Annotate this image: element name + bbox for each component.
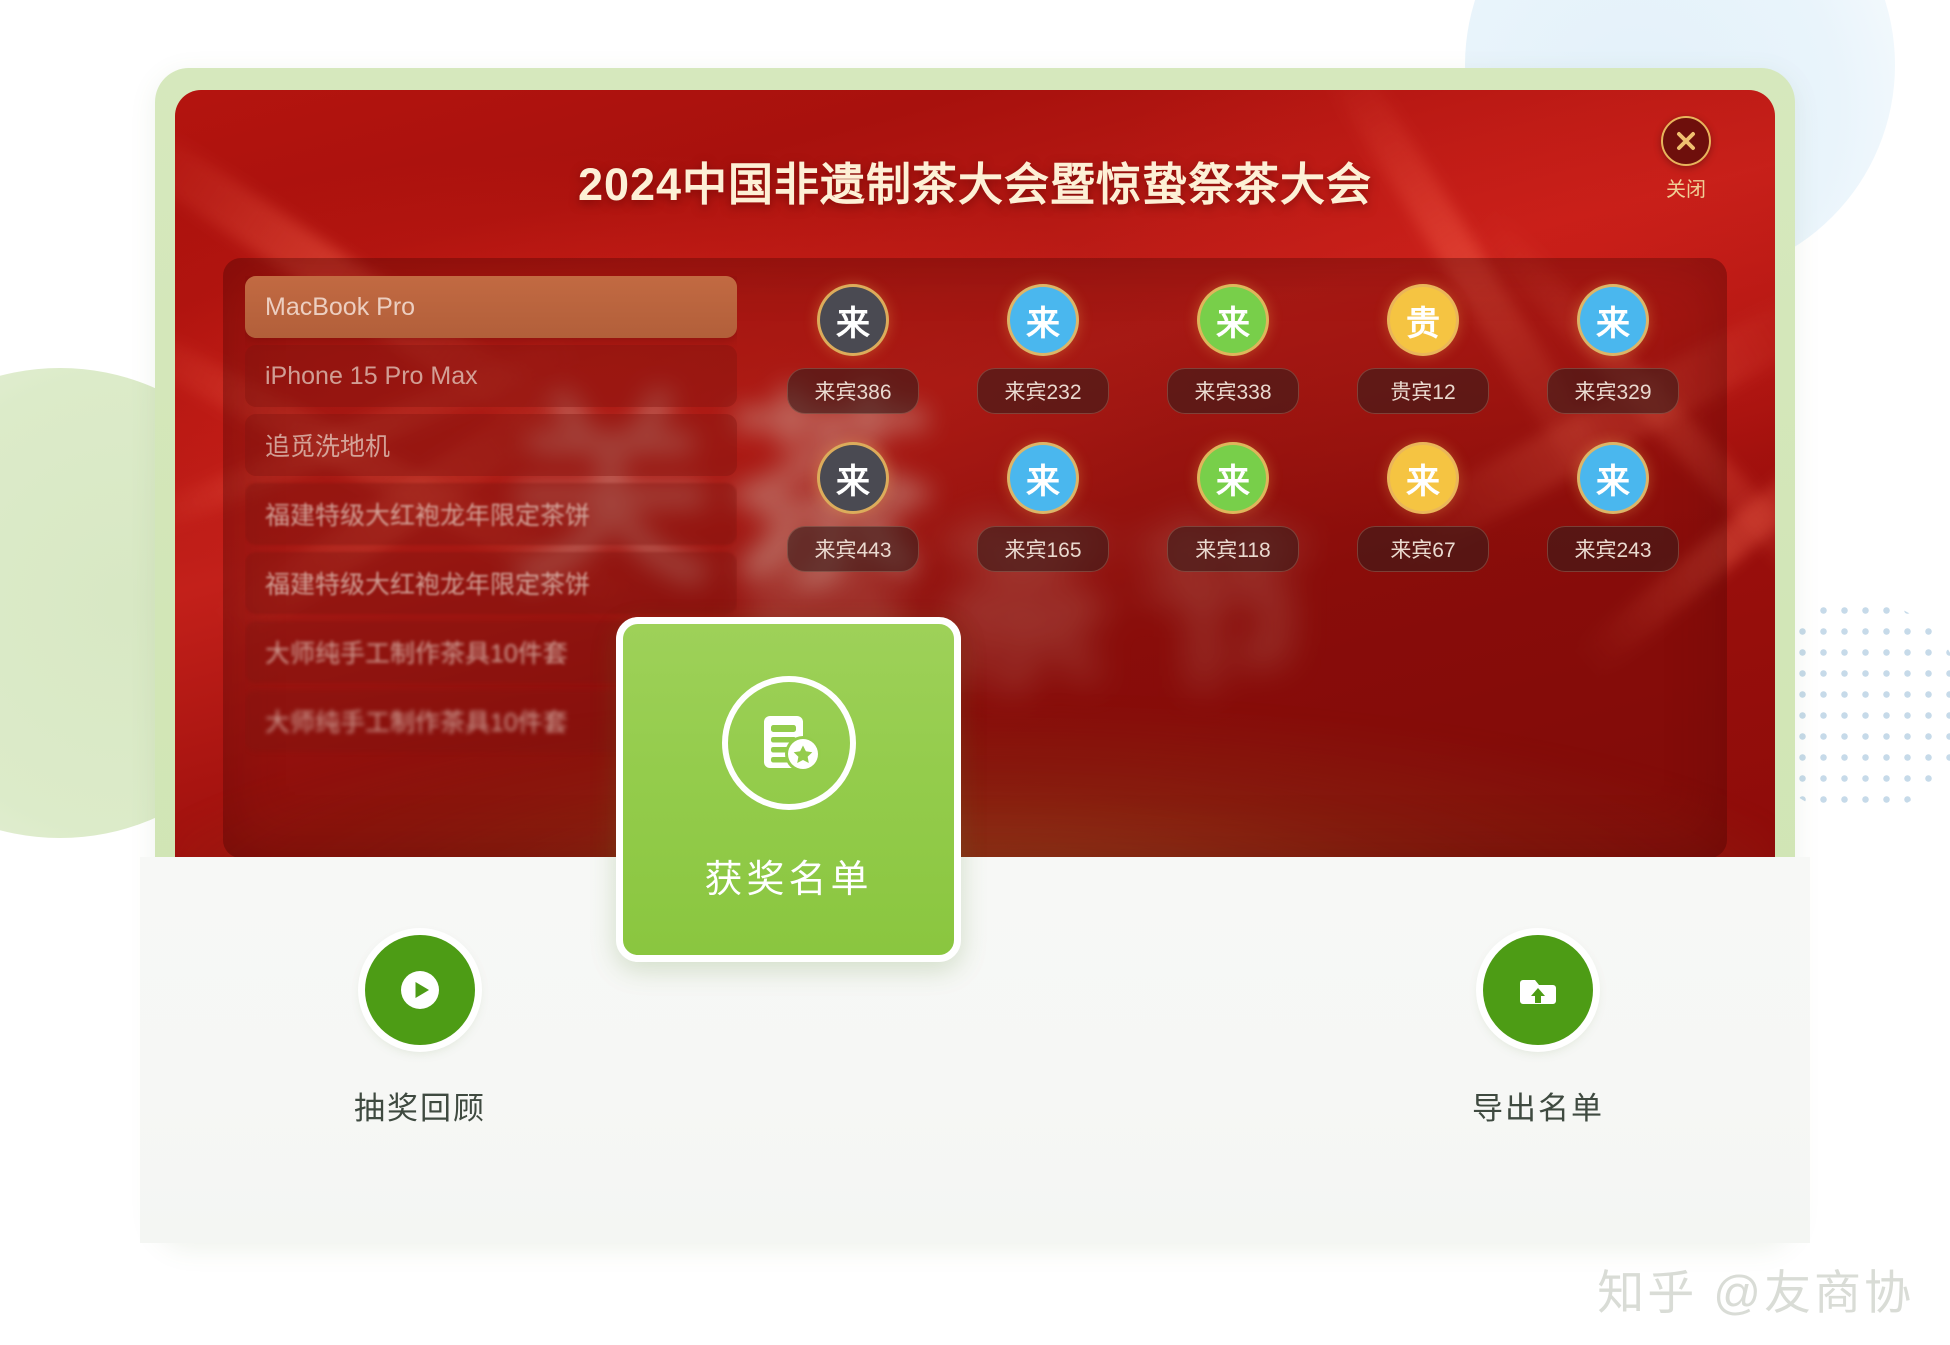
guest-avatar: 来 [817, 442, 889, 514]
lottery-stage: 关茶 祭茶节 2024中国非遗制茶大会暨惊蛰祭茶大会 关闭 MacBook Pr… [175, 90, 1775, 857]
guest-avatar: 来 [1007, 284, 1079, 356]
prize-list-item[interactable]: 福建特级大红袍龙年限定茶饼 [245, 483, 737, 545]
guest-name-label: 来宾118 [1167, 526, 1299, 572]
bottom-toolbar: 抽奖回顾 获奖名单 导出名单 [140, 617, 1810, 1243]
close-icon-circle [1661, 116, 1711, 166]
guest-badge-grid: 来来宾386 来来宾232 来来宾338 贵贵宾12 来来宾329 来来宾443 来来宾16… [763, 284, 1703, 572]
guest-avatar: 来 [1577, 442, 1649, 514]
guest-name-label: 来宾165 [977, 526, 1109, 572]
guest-badge[interactable]: 来来宾386 [763, 284, 943, 414]
winners-list-label: 获奖名单 [704, 859, 873, 901]
prize-list-item[interactable]: 追觅洗地机 [245, 414, 737, 476]
prize-item-label: 大师纯手工制作茶具10件套 [265, 640, 568, 668]
guest-name-label: 来宾67 [1357, 526, 1489, 572]
winners-list-button[interactable]: 获奖名单 [616, 617, 961, 962]
guest-avatar: 贵 [1387, 284, 1459, 356]
guest-name-label: 来宾243 [1547, 526, 1679, 572]
close-button[interactable]: 关闭 [1643, 116, 1729, 202]
guest-avatar: 来 [1577, 284, 1649, 356]
prize-list-item[interactable]: 福建特级大红袍龙年限定茶饼 [245, 552, 737, 614]
guest-avatar: 来 [1197, 284, 1269, 356]
replay-button[interactable]: 抽奖回顾 [280, 935, 560, 1128]
guest-name-label: 贵宾12 [1357, 368, 1489, 414]
replay-icon-circle [365, 935, 475, 1045]
guest-avatar: 来 [1007, 442, 1079, 514]
guest-name-label: 来宾232 [977, 368, 1109, 414]
page-title: 2024中国非遗制茶大会暨惊蛰祭茶大会 [577, 159, 1373, 210]
prize-list-item[interactable]: MacBook Pro [245, 276, 737, 338]
prize-item-label: iPhone 15 Pro Max [265, 361, 478, 390]
zhihu-watermark: 知乎 @友商协 [1597, 1266, 1914, 1319]
guest-badge[interactable]: 来来宾338 [1143, 284, 1323, 414]
close-x-icon [1677, 132, 1695, 150]
prize-item-label: 大师纯手工制作茶具10件套 [265, 709, 568, 737]
close-button-label: 关闭 [1666, 179, 1706, 201]
prize-item-label: MacBook Pro [265, 292, 416, 321]
guest-avatar: 来 [817, 284, 889, 356]
guest-badge[interactable]: 来来宾232 [953, 284, 1133, 414]
export-button[interactable]: 导出名单 [1398, 935, 1678, 1128]
guest-name-label: 来宾329 [1547, 368, 1679, 414]
prize-item-label: 福建特级大红袍龙年限定茶饼 [265, 571, 591, 599]
guest-badge[interactable]: 来来宾67 [1333, 442, 1513, 572]
guest-avatar: 来 [1197, 442, 1269, 514]
award-icon-ring [721, 676, 856, 810]
guest-badge[interactable]: 来来宾443 [763, 442, 943, 572]
prize-item-label: 福建特级大红袍龙年限定茶饼 [265, 502, 591, 530]
folder-upload-icon [1520, 980, 1556, 1004]
export-button-label: 导出名单 [1472, 1091, 1604, 1126]
guest-badge[interactable]: 来来宾118 [1143, 442, 1323, 572]
play-circle-icon [401, 971, 439, 1009]
guest-badge[interactable]: 贵贵宾12 [1333, 284, 1513, 414]
guest-avatar: 来 [1387, 442, 1459, 514]
export-icon-circle [1483, 935, 1593, 1045]
guest-badge[interactable]: 来来宾165 [953, 442, 1133, 572]
prize-list-item[interactable]: iPhone 15 Pro Max [245, 345, 737, 407]
guest-badge[interactable]: 来来宾243 [1523, 442, 1703, 572]
prize-item-label: 追觅洗地机 [265, 433, 391, 461]
guest-name-label: 来宾386 [787, 368, 919, 414]
replay-button-label: 抽奖回顾 [354, 1091, 486, 1126]
guest-badge[interactable]: 来来宾329 [1523, 284, 1703, 414]
lottery-inner-panel: MacBook Pro iPhone 15 Pro Max 追觅洗地机福建特级大红袍… [223, 258, 1727, 857]
guest-name-label: 来宾338 [1167, 368, 1299, 414]
guest-name-label: 来宾443 [787, 526, 919, 572]
award-list-icon [763, 716, 821, 772]
